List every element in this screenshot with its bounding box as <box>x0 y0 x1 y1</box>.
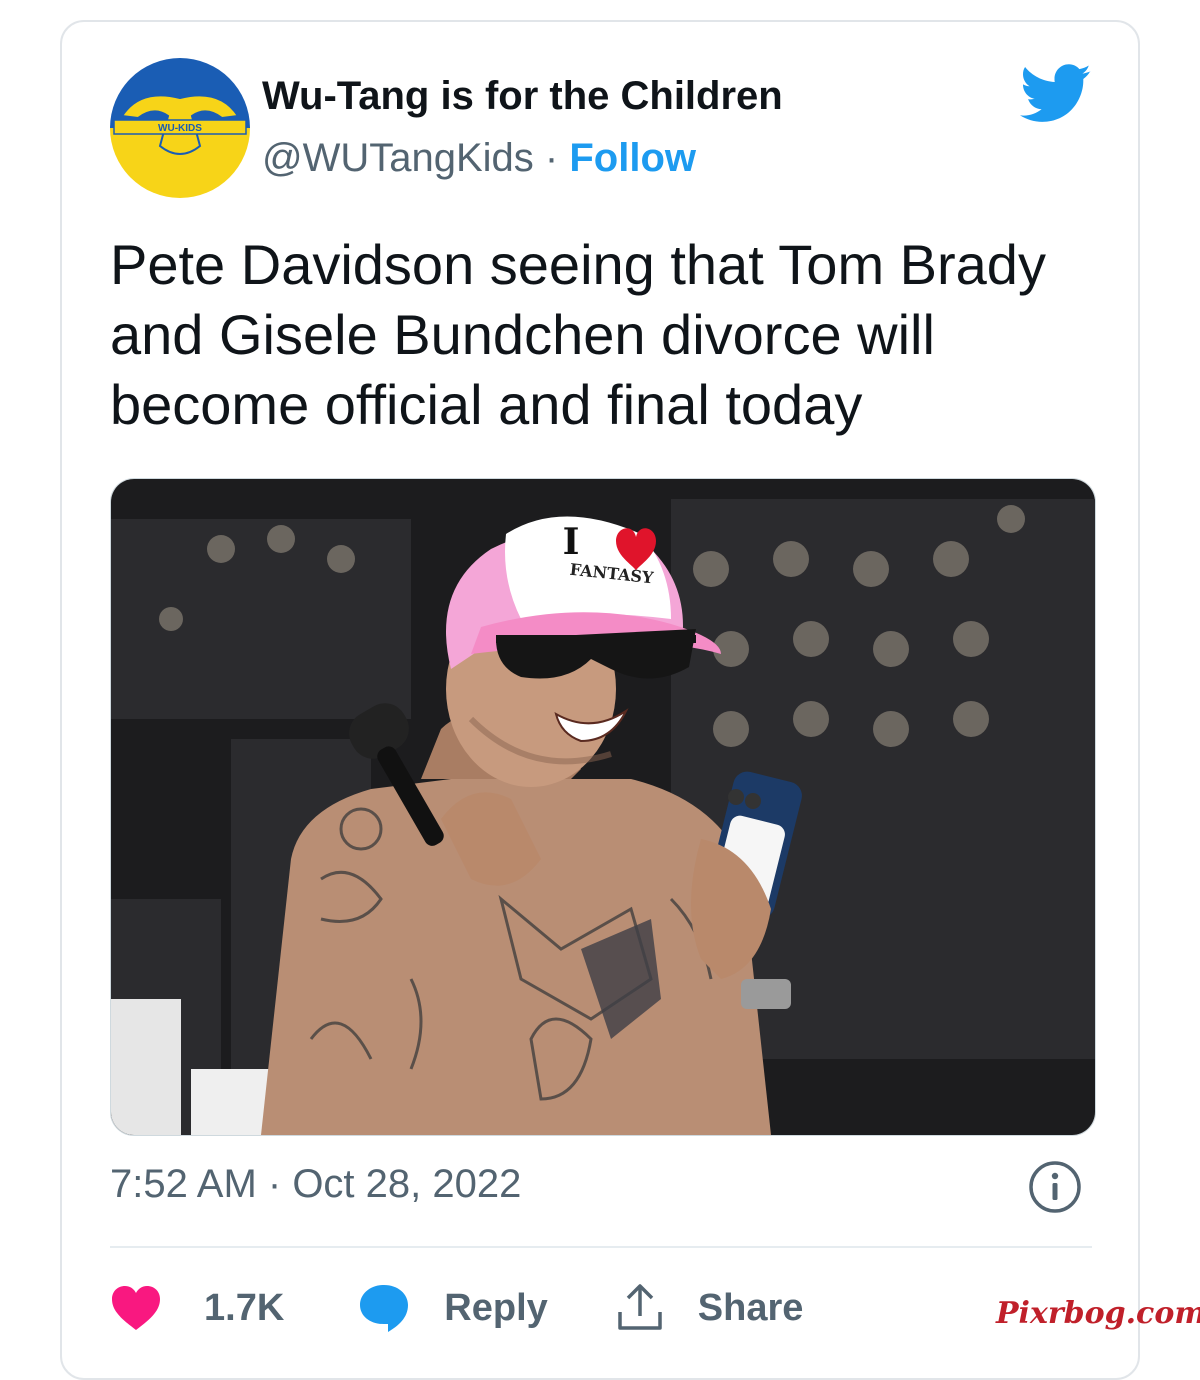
twitter-bird-icon[interactable] <box>1020 64 1092 124</box>
handle-separator: · <box>533 136 570 180</box>
photo-illustration: I FANTASY <box>111 479 1095 1135</box>
cap-text-i: I <box>563 521 580 563</box>
like-count: 1.7K <box>204 1286 285 1329</box>
logo-lettering: WU-KIDS <box>158 123 202 134</box>
tweet-photo[interactable]: I FANTASY <box>110 478 1096 1136</box>
tweet-time[interactable]: 7:52 AM <box>110 1162 257 1206</box>
tweet-card: WU-KIDS Wu-Tang is for the Children @WUT… <box>60 20 1140 1380</box>
display-name[interactable]: Wu-Tang is for the Children <box>262 74 783 119</box>
reply-button[interactable]: Reply <box>358 1282 548 1334</box>
handle-row: @WUTangKids · Follow <box>262 136 696 181</box>
divider <box>110 1246 1092 1248</box>
action-bar: 1.7K Reply Share <box>110 1278 803 1338</box>
timestamp-row: 7:52 AM · Oct 28, 2022 <box>110 1162 521 1207</box>
heart-icon <box>112 1286 160 1330</box>
info-icon[interactable] <box>1028 1160 1082 1214</box>
time-separator: · <box>256 1162 293 1206</box>
speech-bubble-icon <box>360 1285 409 1332</box>
tweet-text: Pete Davidson seeing that Tom Brady and … <box>110 233 1046 436</box>
share-button[interactable]: Share <box>616 1282 804 1334</box>
share-upload-icon <box>618 1284 662 1330</box>
avatar[interactable]: WU-KIDS <box>110 58 250 198</box>
wu-tang-logo-icon: WU-KIDS <box>110 58 250 198</box>
reply-label: Reply <box>444 1286 548 1329</box>
tweet-date[interactable]: Oct 28, 2022 <box>292 1162 521 1206</box>
follow-button[interactable]: Follow <box>569 136 696 180</box>
share-label: Share <box>697 1286 804 1329</box>
user-handle[interactable]: @WUTangKids <box>262 136 534 180</box>
like-button[interactable]: 1.7K <box>110 1284 284 1332</box>
watermark: Pixrbog.com <box>996 1296 1200 1331</box>
